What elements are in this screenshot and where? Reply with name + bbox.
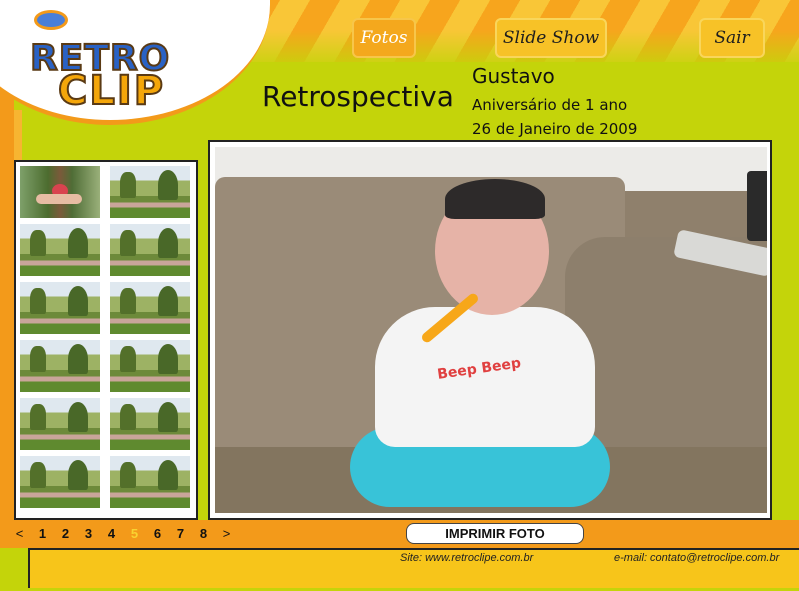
- footer: Site: www.retroclipe.com.br e-mail: cont…: [28, 548, 799, 588]
- pager-bar: < 1 2 3 4 5 6 7 8 > IMPRIMIR FOTO: [0, 520, 799, 548]
- main-photo-frame: Beep Beep: [208, 140, 772, 520]
- thumbnail[interactable]: [20, 398, 100, 450]
- pager-page[interactable]: 1: [31, 526, 54, 541]
- footer-site[interactable]: Site: www.retroclipe.com.br: [400, 552, 533, 564]
- pager-page[interactable]: 6: [146, 526, 169, 541]
- thumbnail[interactable]: [110, 224, 190, 276]
- photo-baby-body: [375, 307, 595, 447]
- pager-page[interactable]: 7: [169, 526, 192, 541]
- thumbnail[interactable]: [110, 282, 190, 334]
- album-name: Gustavo: [472, 64, 555, 88]
- nav-slideshow-button[interactable]: Slide Show: [495, 18, 607, 58]
- footer-email[interactable]: e-mail: contato@retroclipe.com.br: [614, 552, 779, 564]
- pager: < 1 2 3 4 5 6 7 8 >: [8, 526, 238, 541]
- thumbnail[interactable]: [20, 166, 100, 218]
- thumbnail[interactable]: [110, 456, 190, 508]
- thumbnail[interactable]: [20, 282, 100, 334]
- logo-disc-icon: [34, 10, 68, 30]
- photo-baby-hair: [445, 179, 545, 219]
- retroclip-logo: RETRO CLIP: [22, 6, 182, 115]
- pager-page[interactable]: 8: [192, 526, 215, 541]
- retroclip-app: RETRO CLIP Fotos Slide Show Sair Retrosp…: [0, 0, 799, 591]
- thumbnail[interactable]: [20, 456, 100, 508]
- left-accent-bar: [14, 110, 22, 160]
- thumbnail[interactable]: [110, 340, 190, 392]
- nav-sair-button[interactable]: Sair: [699, 18, 765, 58]
- left-orange-bar: [0, 90, 14, 520]
- album-date: 26 de Janeiro de 2009: [472, 120, 638, 138]
- pager-prev[interactable]: <: [8, 526, 31, 541]
- pager-page[interactable]: 4: [100, 526, 123, 541]
- logo-text-clip: CLIP: [57, 67, 166, 115]
- pager-page-current[interactable]: 5: [123, 526, 146, 541]
- page-title: Retrospectiva: [262, 80, 454, 113]
- print-photo-button[interactable]: IMPRIMIR FOTO: [406, 523, 584, 544]
- pager-page[interactable]: 2: [54, 526, 77, 541]
- album-event: Aniversário de 1 ano: [472, 96, 628, 114]
- thumbnail-panel: [14, 160, 198, 520]
- thumbnail[interactable]: [110, 398, 190, 450]
- main-photo[interactable]: Beep Beep: [215, 147, 767, 513]
- nav-fotos-button[interactable]: Fotos: [352, 18, 416, 58]
- thumbnail[interactable]: [20, 340, 100, 392]
- thumbnail[interactable]: [20, 224, 100, 276]
- photo-device: [747, 171, 767, 241]
- thumbnail[interactable]: [110, 166, 190, 218]
- pager-page[interactable]: 3: [77, 526, 100, 541]
- pager-next[interactable]: >: [215, 526, 238, 541]
